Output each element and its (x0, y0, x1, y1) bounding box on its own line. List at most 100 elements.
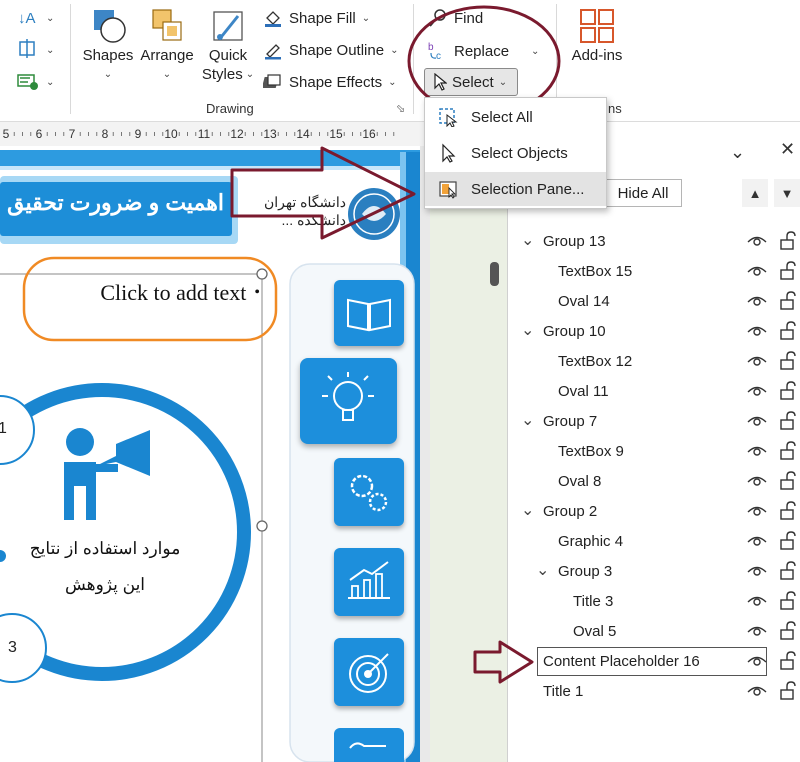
lock-icon[interactable] (778, 381, 798, 406)
bring-forward-icon[interactable]: ▲ (742, 179, 768, 207)
circle-number-3: 3 (8, 639, 17, 656)
shapes-button[interactable]: Shapes ⌄ (82, 6, 134, 84)
align-text-icon: ⌄ (19, 39, 54, 58)
menu-item-select-objects[interactable]: Select Objects (425, 136, 606, 170)
lock-icon[interactable] (778, 231, 798, 256)
expand-chevron-icon[interactable]: ⌄ (521, 410, 534, 430)
lightbulb-icon (322, 372, 374, 421)
selection-pane-item-label: Content Placeholder 16 (543, 652, 700, 670)
selection-pane-item[interactable]: Group 3 (558, 556, 612, 586)
addins-button[interactable]: Add-ins (568, 6, 626, 65)
lock-icon[interactable] (778, 621, 798, 646)
scroll-tile[interactable] (334, 728, 404, 762)
lock-icon[interactable] (778, 561, 798, 586)
expand-chevron-icon[interactable]: ⌄ (521, 230, 534, 250)
gears-tile[interactable] (334, 458, 404, 526)
selection-pane-item[interactable]: Oval 5 (573, 616, 616, 646)
visibility-eye-icon[interactable] (746, 593, 768, 614)
send-backward-icon[interactable]: ▼ (774, 179, 800, 207)
lock-icon[interactable] (778, 291, 798, 316)
visibility-eye-icon[interactable] (746, 533, 768, 554)
expand-chevron-icon[interactable]: ⌄ (521, 320, 534, 340)
selection-pane-item-label: Oval 11 (558, 382, 609, 400)
pen-outline-icon (265, 44, 281, 60)
chevron-down-icon[interactable]: ⌄ (730, 142, 745, 163)
text-direction-button[interactable]: ↓A ⌄ (18, 6, 58, 33)
close-icon[interactable]: ✕ (780, 139, 795, 160)
target-tile[interactable] (334, 638, 404, 706)
visibility-eye-icon[interactable] (746, 623, 768, 644)
shapes-label: Shapes (82, 47, 134, 64)
select-objects-label: Select Objects (471, 144, 568, 162)
hide-all-button[interactable]: Hide All (604, 179, 682, 207)
selection-pane-item[interactable]: Oval 8 (558, 466, 601, 496)
selection-pane-item[interactable]: Graphic 4 (558, 526, 623, 556)
visibility-eye-icon[interactable] (746, 413, 768, 434)
selection-pane-icon (425, 179, 471, 199)
selection-pane-item[interactable]: Content Placeholder 16 (543, 646, 700, 676)
visibility-eye-icon[interactable] (746, 353, 768, 374)
expand-chevron-icon[interactable]: ⌄ (536, 560, 549, 580)
growth-chart-tile[interactable] (334, 548, 404, 616)
book-icon (347, 298, 391, 332)
selection-pane-item[interactable]: TextBox 9 (558, 436, 624, 466)
selection-pane-item[interactable]: Oval 11 (558, 376, 609, 406)
smartart-button[interactable]: ⌄ (16, 70, 56, 97)
book-tile[interactable] (334, 280, 404, 346)
menu-item-selection-pane[interactable]: Selection Pane... (425, 172, 606, 206)
selection-pane-item[interactable]: Group 13 (543, 226, 606, 256)
lock-icon[interactable] (778, 651, 798, 676)
selection-pane-item[interactable]: TextBox 12 (558, 346, 632, 376)
lock-icon[interactable] (778, 471, 798, 496)
lock-icon[interactable] (778, 591, 798, 616)
dialog-launcher-icon[interactable]: ⬂ (396, 102, 405, 115)
lock-icon[interactable] (778, 321, 798, 346)
selection-pane-item[interactable]: Group 2 (543, 496, 597, 526)
lightbulb-tile[interactable] (300, 358, 397, 444)
select-dropdown-menu: Select All Select Objects Selection Pane… (424, 97, 607, 209)
expand-chevron-icon[interactable]: ⌄ (521, 500, 534, 520)
visibility-eye-icon[interactable] (746, 293, 768, 314)
visibility-eye-icon[interactable] (746, 323, 768, 344)
shape-outline-button[interactable]: Shape Outline ⌄ (263, 40, 398, 60)
lock-icon[interactable] (778, 681, 798, 706)
visibility-eye-icon[interactable] (746, 263, 768, 284)
selection-pane-item[interactable]: Title 1 (543, 676, 583, 706)
lock-icon[interactable] (778, 411, 798, 436)
visibility-eye-icon[interactable] (746, 653, 768, 674)
selection-pane-item[interactable]: Title 3 (573, 586, 613, 616)
selection-pane-item-label: Title 1 (543, 682, 584, 700)
ruler-tick-label: 7 (69, 127, 76, 141)
vertical-scrollbar-thumb[interactable] (490, 262, 499, 286)
ruler-tick-label: 12 (230, 127, 244, 141)
selection-pane-item-label: Oval 5 (573, 622, 617, 640)
lock-icon[interactable] (778, 501, 798, 526)
visibility-eye-icon[interactable] (746, 443, 768, 464)
visibility-eye-icon[interactable] (746, 563, 768, 584)
selection-pane-item[interactable]: Group 7 (543, 406, 597, 436)
arrange-button[interactable]: Arrange ⌄ (138, 6, 196, 84)
shape-fill-button[interactable]: Shape Fill ⌄ (263, 8, 370, 28)
ruler-tick-label: 15 (329, 127, 343, 141)
align-text-button[interactable]: ⌄ (18, 38, 58, 65)
lock-icon[interactable] (778, 351, 798, 376)
visibility-eye-icon[interactable] (746, 683, 768, 704)
visibility-eye-icon[interactable] (746, 503, 768, 524)
selection-pane-item[interactable]: Group 10 (543, 316, 606, 346)
visibility-eye-icon[interactable] (746, 383, 768, 404)
visibility-eye-icon[interactable] (746, 233, 768, 254)
content-placeholder[interactable]: Click to add text • (40, 280, 260, 306)
quick-styles-button[interactable]: Quick Styles ⌄ (200, 6, 256, 84)
lock-icon[interactable] (778, 531, 798, 556)
visibility-eye-icon[interactable] (746, 473, 768, 494)
lock-icon[interactable] (778, 441, 798, 466)
addins-grid-icon (580, 9, 614, 43)
selection-pane-item[interactable]: Oval 14 (558, 286, 610, 316)
selection-pane-item[interactable]: TextBox 15 (558, 256, 632, 286)
bullet: • (254, 284, 260, 301)
ruler-tick-label: 11 (198, 127, 211, 141)
menu-item-select-all[interactable]: Select All (425, 100, 606, 134)
shape-effects-button[interactable]: Shape Effects ⌄ (263, 72, 397, 92)
lock-icon[interactable] (778, 261, 798, 286)
shape-outline-label: Shape Outline (289, 41, 385, 59)
